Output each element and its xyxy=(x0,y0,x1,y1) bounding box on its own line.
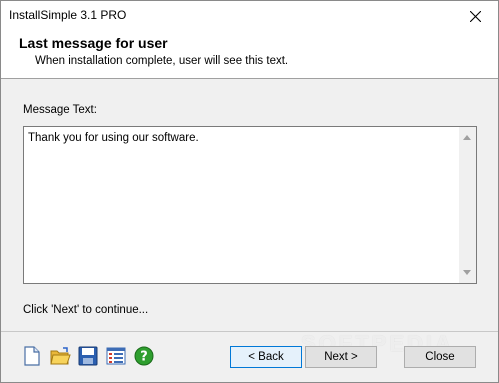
window-title: InstallSimple 3.1 PRO xyxy=(9,8,127,22)
help-icon[interactable]: ? xyxy=(133,345,155,367)
scroll-down-arrow-icon[interactable] xyxy=(463,270,471,275)
toolbar: ? xyxy=(21,345,155,367)
scroll-up-arrow-icon[interactable] xyxy=(463,135,471,140)
message-textarea[interactable]: Thank you for using our software. xyxy=(23,126,477,284)
window-close-icon[interactable] xyxy=(452,1,498,31)
page-subtitle: When installation complete, user will se… xyxy=(35,55,289,67)
installer-window: InstallSimple 3.1 PRO Last message for u… xyxy=(0,0,499,383)
next-button[interactable]: Next > xyxy=(305,346,377,368)
wizard-header: Last message for user When installation … xyxy=(1,31,498,79)
close-button[interactable]: Close xyxy=(404,346,476,368)
svg-text:?: ? xyxy=(140,350,148,365)
continue-hint: Click 'Next' to continue... xyxy=(23,304,149,316)
vertical-scrollbar[interactable] xyxy=(459,127,476,283)
open-folder-icon[interactable] xyxy=(49,345,71,367)
save-disk-icon[interactable] xyxy=(77,345,99,367)
message-textarea-value[interactable]: Thank you for using our software. xyxy=(28,132,199,144)
page-title: Last message for user xyxy=(19,35,168,51)
title-bar: InstallSimple 3.1 PRO xyxy=(1,1,498,31)
new-file-icon[interactable] xyxy=(21,345,43,367)
list-settings-icon[interactable] xyxy=(105,345,127,367)
back-button[interactable]: < Back xyxy=(230,346,302,368)
message-text-label: Message Text: xyxy=(23,104,97,116)
